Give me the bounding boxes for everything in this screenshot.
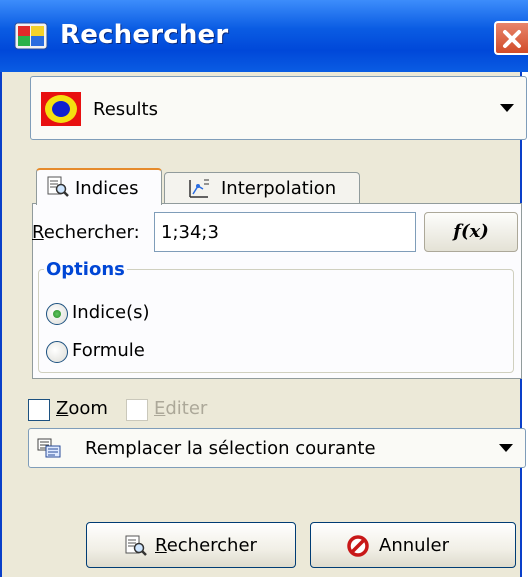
selection-mode-combo[interactable]: Remplacer la sélection courante: [28, 428, 526, 468]
replace-selection-icon: [37, 438, 61, 458]
search-input[interactable]: [154, 212, 416, 252]
selection-mode-value: Remplacer la sélection courante: [85, 438, 376, 459]
zoom-checkbox[interactable]: [28, 399, 50, 421]
cancel-button-label: Annuler: [379, 535, 450, 556]
app-icon: [14, 22, 48, 50]
radio-formule-label[interactable]: Formule: [72, 340, 145, 361]
radio-selected-dot: [53, 310, 61, 318]
search-document-icon: [47, 176, 69, 197]
close-button[interactable]: [494, 21, 528, 55]
editer-label: Editer: [154, 398, 208, 419]
radio-indices[interactable]: [46, 303, 68, 325]
results-combo[interactable]: Results: [30, 76, 527, 140]
tab-indices-label: Indices: [75, 178, 139, 199]
search-document-icon: [125, 535, 147, 556]
tab-indices[interactable]: Indices: [36, 168, 162, 205]
title-bar[interactable]: Rechercher: [0, 0, 528, 72]
search-button[interactable]: Rechercher: [86, 522, 296, 568]
zoom-label[interactable]: Zoom: [56, 398, 108, 419]
search-label: Rechercher:: [32, 222, 140, 243]
results-target-icon: [41, 92, 81, 126]
chevron-down-icon: [499, 444, 513, 452]
formula-button[interactable]: f(x): [424, 212, 518, 252]
editer-checkbox: [126, 399, 148, 421]
interpolation-icon: [189, 179, 209, 198]
search-button-label: Rechercher: [155, 535, 257, 556]
cancel-icon: [347, 535, 369, 557]
tab-interpolation[interactable]: Interpolation: [164, 172, 360, 203]
results-combo-value: Results: [93, 99, 158, 120]
radio-indices-label[interactable]: Indice(s): [72, 302, 150, 323]
tab-interpolation-label: Interpolation: [221, 178, 337, 199]
close-icon: [503, 30, 521, 48]
radio-formule[interactable]: [46, 341, 68, 363]
window-title: Rechercher: [60, 20, 229, 50]
chevron-down-icon: [500, 104, 514, 112]
options-legend: Options: [44, 259, 127, 280]
cancel-button[interactable]: Annuler: [310, 522, 516, 568]
